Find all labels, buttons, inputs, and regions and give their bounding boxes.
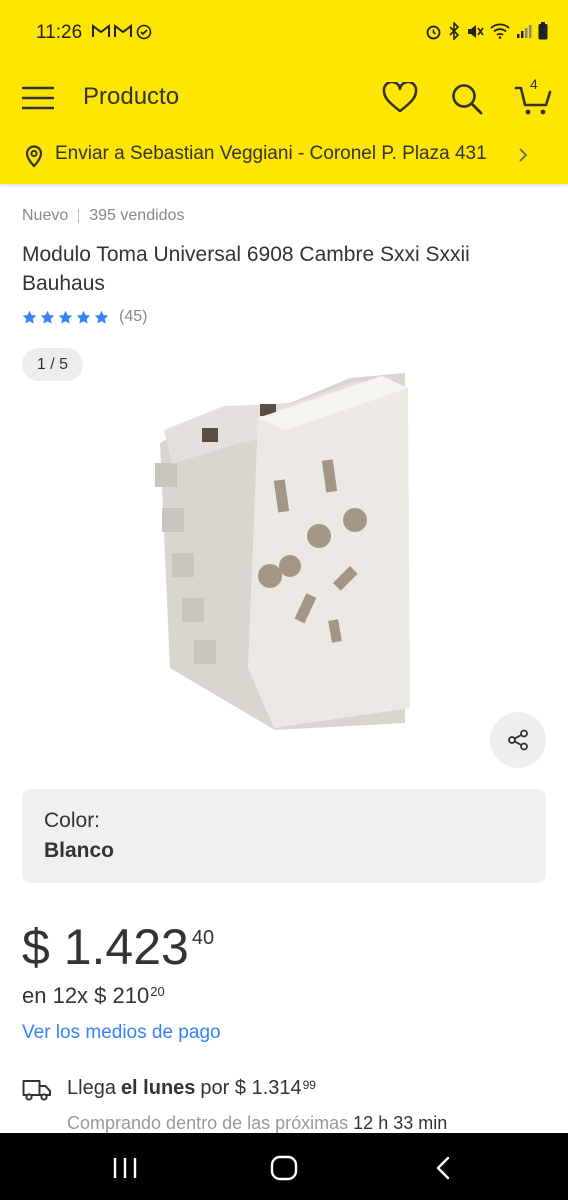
status-bar: 11:26: [0, 0, 568, 62]
home-icon[interactable]: [270, 1155, 298, 1181]
back-icon[interactable]: [434, 1156, 452, 1180]
price-cents: 40: [191, 927, 215, 949]
app-bar: Producto 4: [0, 62, 568, 134]
battery-icon: [538, 22, 548, 40]
star-icon: [94, 310, 109, 323]
delivery-price: por $ 1.314: [200, 1077, 302, 1099]
mute-icon: [468, 24, 484, 38]
location-pin-icon: [25, 145, 43, 168]
wifi-icon: [490, 23, 510, 39]
delivery-day: el lunes: [120, 1077, 196, 1099]
sold-count: 395 vendidos: [89, 207, 185, 224]
chevron-right-icon: [519, 148, 528, 162]
delivery-note-text: Comprando dentro de las próximas: [67, 1113, 349, 1133]
star-icon: [58, 310, 73, 323]
meta-divider: [78, 209, 80, 223]
installments-text: en 12x $ 210: [22, 983, 150, 1008]
image-counter: 1 / 5: [22, 348, 83, 381]
share-button[interactable]: [490, 712, 546, 768]
color-label: Color:: [44, 809, 101, 832]
star-icon: [22, 310, 37, 323]
delivery-prefix: Llega: [67, 1077, 116, 1099]
product-title: Modulo Toma Universal 6908 Cambre Sxxi S…: [22, 243, 470, 295]
shipping-address-bar[interactable]: Enviar a Sebastian Veggiani - Coronel P.…: [0, 134, 568, 184]
delivery-info: Llega el lunes por $ 1.314 99: [67, 1077, 316, 1100]
color-selector[interactable]: Color: Blanco: [22, 789, 546, 883]
product-image[interactable]: [150, 368, 420, 738]
check-circle-icon: [136, 24, 152, 40]
signal-icon: [517, 25, 532, 38]
heart-icon[interactable]: [382, 82, 418, 114]
payment-methods-link[interactable]: Ver los medios de pago: [22, 1022, 221, 1044]
truck-icon: [22, 1080, 51, 1101]
search-icon[interactable]: [450, 82, 484, 116]
cart-count-badge: 4: [530, 76, 538, 92]
delivery-price-cents: 99: [302, 1078, 316, 1092]
condition-label: Nuevo: [22, 207, 69, 224]
share-icon: [508, 729, 528, 751]
gmail-icon: [114, 24, 132, 37]
page-title: Producto: [83, 83, 180, 110]
rating[interactable]: (45): [22, 308, 147, 326]
recents-icon[interactable]: [112, 1157, 138, 1179]
star-icon: [40, 310, 55, 323]
rating-count: (45): [119, 308, 148, 325]
delivery-note-time: 12 h 33 min: [353, 1113, 448, 1133]
gmail-icon: [92, 24, 110, 37]
status-time: 11:26: [36, 22, 83, 43]
installments: en 12x $ 210 20: [22, 983, 165, 1009]
product-meta: Nuevo 395 vendidos: [22, 207, 184, 225]
installments-cents: 20: [150, 984, 165, 999]
menu-icon[interactable]: [22, 85, 54, 111]
shipping-address-text: Enviar a Sebastian Veggiani - Coronel P.…: [55, 143, 487, 164]
bluetooth-icon: [449, 22, 460, 40]
delivery-note: Comprando dentro de las próximas 12 h 33…: [67, 1113, 447, 1134]
color-value: Blanco: [44, 839, 115, 862]
system-nav-bar: [0, 1133, 568, 1200]
star-icon: [76, 310, 91, 323]
alarm-icon: [426, 25, 441, 39]
price: $ 1.423 40: [22, 918, 214, 976]
price-main: $ 1.423: [22, 919, 189, 975]
